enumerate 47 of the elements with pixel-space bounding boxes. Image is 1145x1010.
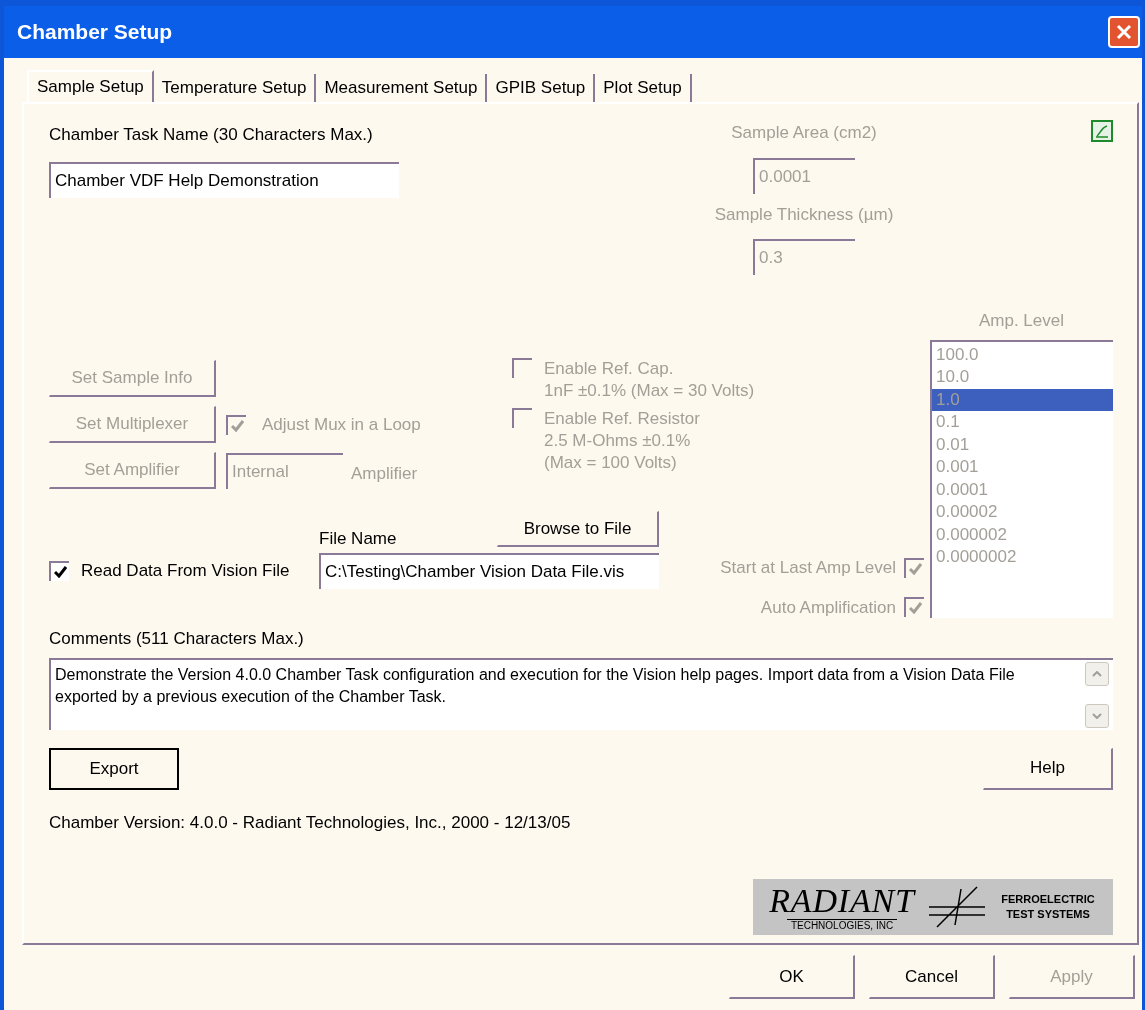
dialog-button[interactable]: Cancel [869, 955, 995, 999]
tab[interactable]: Temperature Setup [153, 74, 317, 102]
browse-button[interactable]: Browse to File [497, 511, 659, 547]
check-icon [53, 566, 67, 578]
check-icon [230, 419, 244, 432]
checkbox-label: Start at Last Amp Level [720, 557, 896, 579]
checkbox-label: Enable Ref. Cap. [544, 358, 675, 380]
file-name-label: File Name [319, 527, 397, 550]
option-detail: 1nF ±0.1% (Max = 30 Volts) [544, 380, 755, 402]
check-icon [908, 562, 922, 575]
option-detail: (Max = 100 Volts) [544, 452, 678, 474]
tab[interactable]: Plot Setup [595, 74, 692, 102]
logo-tagline: FERROELECTRIC [1001, 892, 1095, 907]
window-title: Chamber Setup [17, 19, 173, 46]
logo-tagline: TEST SYSTEMS [1006, 907, 1090, 922]
tab[interactable]: GPIB Setup [487, 74, 596, 102]
amplifier-label: Amplifier [351, 462, 418, 485]
export-button[interactable]: Export [49, 747, 179, 790]
comments-label: Comments (511 Characters Max.) [49, 628, 305, 650]
comments-field[interactable]: Demonstrate the Version 4.0.0 Chamber Task configuration and execution for the Vision help pages. Import data from a Vision Data File exported by a previous execution of the Chamber Task. [49, 657, 1113, 730]
scroll-up-icon[interactable] [1085, 661, 1109, 686]
checkbox-label: Adjust Mux in a Loop [262, 413, 421, 436]
field-label: Sample Area (cm2) [731, 122, 877, 144]
scroll-down-icon[interactable] [1085, 703, 1109, 728]
logo-name: RADIANT [769, 882, 915, 919]
checkbox[interactable] [49, 561, 69, 581]
checkbox-label: Read Data From Vision File [81, 560, 290, 583]
tab[interactable]: Sample Setup [27, 70, 154, 102]
option-detail: 2.5 M-Ohms ±0.1% [544, 430, 692, 452]
check-icon [908, 602, 922, 615]
comments-text: Demonstrate the Version 4.0.0 Chamber Task configuration and execution for the Vision help pages. Import data from a Vision Data File exported by a previous execution of the Chamber Task. [54, 664, 1016, 707]
task-name-label: Chamber Task Name (30 Characters Max.) [49, 124, 374, 146]
chart-icon[interactable] [1091, 120, 1113, 142]
close-button[interactable] [1108, 16, 1140, 48]
task-name-field[interactable]: Chamber VDF Help Demonstration [49, 161, 399, 198]
ferroelectric-symbol-icon [927, 885, 987, 929]
logo-subtitle: TECHNOLOGIES, INC [786, 918, 898, 932]
dialog-button[interactable]: OK [729, 955, 855, 999]
amp-level-label: Amp. Level [978, 310, 1064, 332]
checkbox-label: Enable Ref. Resistor [544, 408, 700, 430]
checkbox-label: Auto Amplification [760, 596, 896, 619]
file-name-field[interactable]: C:\Testing\Chamber Vision Data File.vis [319, 553, 659, 589]
tab[interactable]: Measurement Setup [316, 74, 488, 102]
field-label: Sample Thickness (µm) [714, 203, 894, 226]
version-text: Chamber Version: 4.0.0 - Radiant Technologies, Inc., 2000 - 12/13/05 [49, 811, 572, 834]
help-button[interactable]: Help [983, 747, 1113, 790]
close-icon [1116, 24, 1132, 40]
